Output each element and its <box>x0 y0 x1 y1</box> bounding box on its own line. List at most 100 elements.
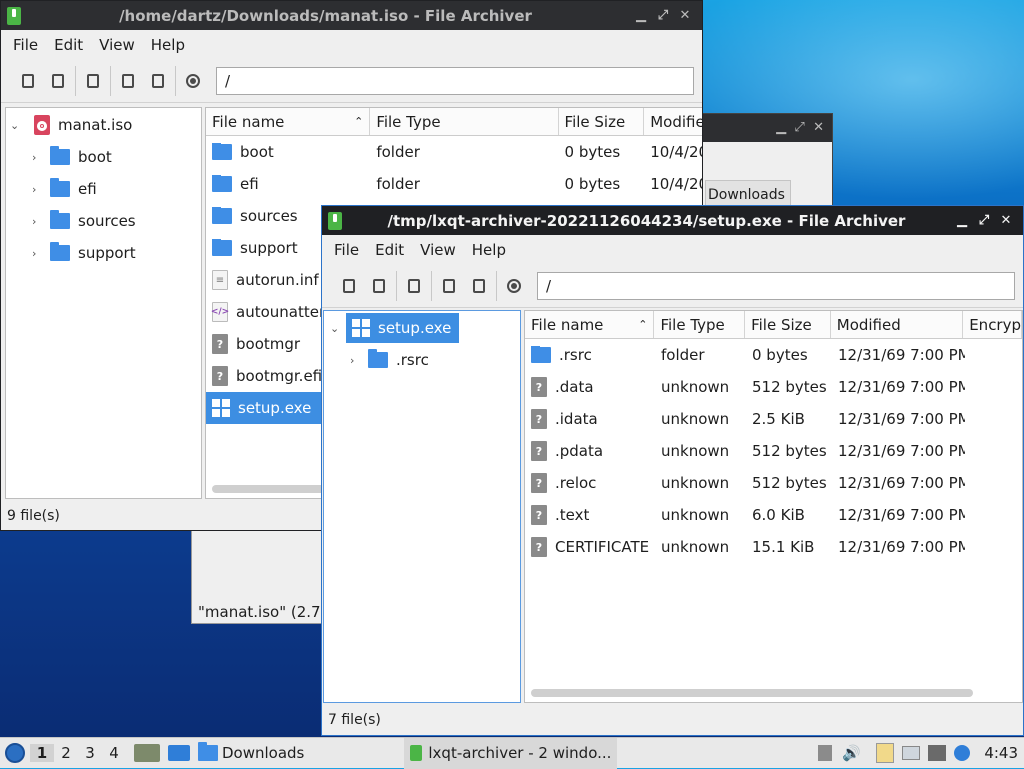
expand-icon[interactable]: › <box>350 354 364 367</box>
expand-icon[interactable]: › <box>32 247 46 260</box>
menu-help[interactable]: Help <box>464 241 514 259</box>
disc-image-icon <box>34 115 50 135</box>
background-dialog: "manat.iso" (2.7 G <box>191 530 337 624</box>
stop-button[interactable] <box>499 271 529 301</box>
network-icon[interactable] <box>928 745 947 761</box>
close-button[interactable]: ✕ <box>995 213 1017 228</box>
collapse-icon[interactable]: ⌄ <box>330 322 344 335</box>
collapse-icon[interactable]: ⌄ <box>10 119 24 132</box>
table-row[interactable]: ? .text unknown 6.0 KiB 12/31/69 7:00 PM <box>525 499 1022 531</box>
tab-downloads[interactable]: Downloads <box>705 180 791 208</box>
maximize-button[interactable]: ⤢ <box>973 213 995 228</box>
menubar: File Edit View Help <box>1 30 702 60</box>
new-archive-button[interactable] <box>334 271 364 301</box>
table-row[interactable]: boot folder 0 bytes 10/4/20 <box>206 136 702 168</box>
archiver-app-icon <box>328 211 342 230</box>
toolbar <box>322 265 1023 308</box>
open-archive-button[interactable] <box>43 66 73 96</box>
show-desktop-icon[interactable] <box>168 745 190 761</box>
expand-icon[interactable]: › <box>32 183 46 196</box>
menu-help[interactable]: Help <box>143 36 193 54</box>
tree-item-support[interactable]: › support <box>32 240 136 266</box>
path-input[interactable] <box>216 67 694 95</box>
desktop-3-button[interactable]: 3 <box>78 744 102 762</box>
unknown-file-icon: ? <box>212 366 228 386</box>
menu-edit[interactable]: Edit <box>367 241 412 259</box>
tree-item-sources[interactable]: › sources <box>32 208 136 234</box>
unknown-file-icon: ? <box>531 537 547 557</box>
status-bar: 9 file(s) <box>7 508 60 524</box>
unknown-file-icon: ? <box>531 441 547 461</box>
horizontal-scrollbar[interactable] <box>531 689 973 697</box>
menu-view[interactable]: View <box>91 36 143 54</box>
menu-file[interactable]: File <box>326 241 367 259</box>
table-row[interactable]: efi folder 0 bytes 10/4/20 <box>206 168 702 200</box>
column-file-type[interactable]: File Type <box>370 108 559 135</box>
add-folder-button[interactable] <box>464 271 494 301</box>
task-downloads[interactable]: Downloads <box>198 742 304 762</box>
add-files-button[interactable] <box>113 66 143 96</box>
notification-icon[interactable] <box>954 745 971 761</box>
table-row[interactable]: ? .data unknown 512 bytes 12/31/69 7:00 P… <box>525 371 1022 403</box>
table-row[interactable]: .rsrc folder 0 bytes 12/31/69 7:00 PM <box>525 339 1022 371</box>
collapse-toggle[interactable]: ⌄ <box>330 315 344 341</box>
table-row[interactable]: ? CERTIFICATE unknown 15.1 KiB 12/31/69 7… <box>525 531 1022 563</box>
column-file-name[interactable]: File name ⌃ <box>206 108 371 135</box>
close-button[interactable]: ✕ <box>674 8 696 23</box>
eject-icon[interactable] <box>818 745 833 761</box>
menu-file[interactable]: File <box>5 36 46 54</box>
stop-button[interactable] <box>178 66 208 96</box>
window-title: /home/dartz/Downloads/manat.iso - File A… <box>119 6 532 25</box>
column-file-type[interactable]: File Type <box>654 311 746 338</box>
tree-item-boot[interactable]: › boot <box>32 144 112 170</box>
start-menu-button[interactable] <box>0 743 30 763</box>
notes-icon[interactable] <box>902 746 921 760</box>
clock[interactable]: 4:43 <box>984 744 1018 762</box>
desktop-1-button[interactable]: 1 <box>30 744 54 762</box>
stop-icon <box>507 279 521 293</box>
table-row[interactable]: ? .pdata unknown 512 bytes 12/31/69 7:00 … <box>525 435 1022 467</box>
tree-item-root[interactable]: ⌄ manat.iso <box>10 112 132 138</box>
expand-icon[interactable]: › <box>32 215 46 228</box>
tree-item-root[interactable]: setup.exe <box>346 313 460 343</box>
table-row[interactable]: ? .reloc unknown 512 bytes 12/31/69 7:00 … <box>525 467 1022 499</box>
new-archive-button[interactable] <box>13 66 43 96</box>
file-list[interactable]: File name ⌃ File Type File Size Modified … <box>524 310 1023 703</box>
minimize-button[interactable]: ▁ <box>951 213 973 228</box>
open-archive-icon <box>373 279 385 293</box>
column-file-size[interactable]: File Size <box>745 311 831 338</box>
extract-button[interactable] <box>78 66 108 96</box>
menu-view[interactable]: View <box>412 241 464 259</box>
archiver-window-setup-exe[interactable]: /tmp/lxqt-archiver-20221126044234/setup.… <box>321 205 1024 736</box>
folder-icon <box>212 207 232 224</box>
expand-icon[interactable]: › <box>32 151 46 164</box>
minimize-button[interactable]: ▁ <box>630 8 652 23</box>
background-file-manager[interactable]: ▁ ⤢ ✕ Downloads <box>700 113 833 208</box>
volume-icon[interactable]: 🔊 <box>842 744 861 762</box>
tree-item-rsrc[interactable]: › .rsrc <box>350 347 429 373</box>
tree-item-label: efi <box>78 180 97 198</box>
task-lxqt-archiver[interactable]: lxqt-archiver - 2 windo... <box>404 737 618 769</box>
folder-tree[interactable]: ⌄ manat.iso › boot › efi › sources › sup… <box>5 107 202 499</box>
clipboard-icon[interactable] <box>876 743 895 763</box>
column-modified[interactable]: Modified <box>831 311 964 338</box>
column-modified[interactable]: Modifie <box>644 108 702 135</box>
add-folder-button[interactable] <box>143 66 173 96</box>
maximize-button[interactable]: ⤢ <box>652 8 674 23</box>
table-row[interactable]: ? .idata unknown 2.5 KiB 12/31/69 7:00 PM <box>525 403 1022 435</box>
stop-icon <box>186 74 200 88</box>
desktop-4-button[interactable]: 4 <box>102 744 126 762</box>
folder-tree[interactable]: setup.exe ⌄ › .rsrc <box>323 310 521 703</box>
column-encrypted[interactable]: Encrypt <box>963 311 1022 338</box>
add-files-button[interactable] <box>434 271 464 301</box>
desktop-2-button[interactable]: 2 <box>54 744 78 762</box>
file-manager-launcher-icon[interactable] <box>134 744 160 762</box>
extract-button[interactable] <box>399 271 429 301</box>
window-title: /tmp/lxqt-archiver-20221126044234/setup.… <box>387 211 906 230</box>
tree-item-efi[interactable]: › efi <box>32 176 97 202</box>
open-archive-button[interactable] <box>364 271 394 301</box>
path-input[interactable] <box>537 272 1015 300</box>
menu-edit[interactable]: Edit <box>46 36 91 54</box>
column-file-name[interactable]: File name ⌃ <box>525 311 655 338</box>
column-file-size[interactable]: File Size <box>559 108 645 135</box>
